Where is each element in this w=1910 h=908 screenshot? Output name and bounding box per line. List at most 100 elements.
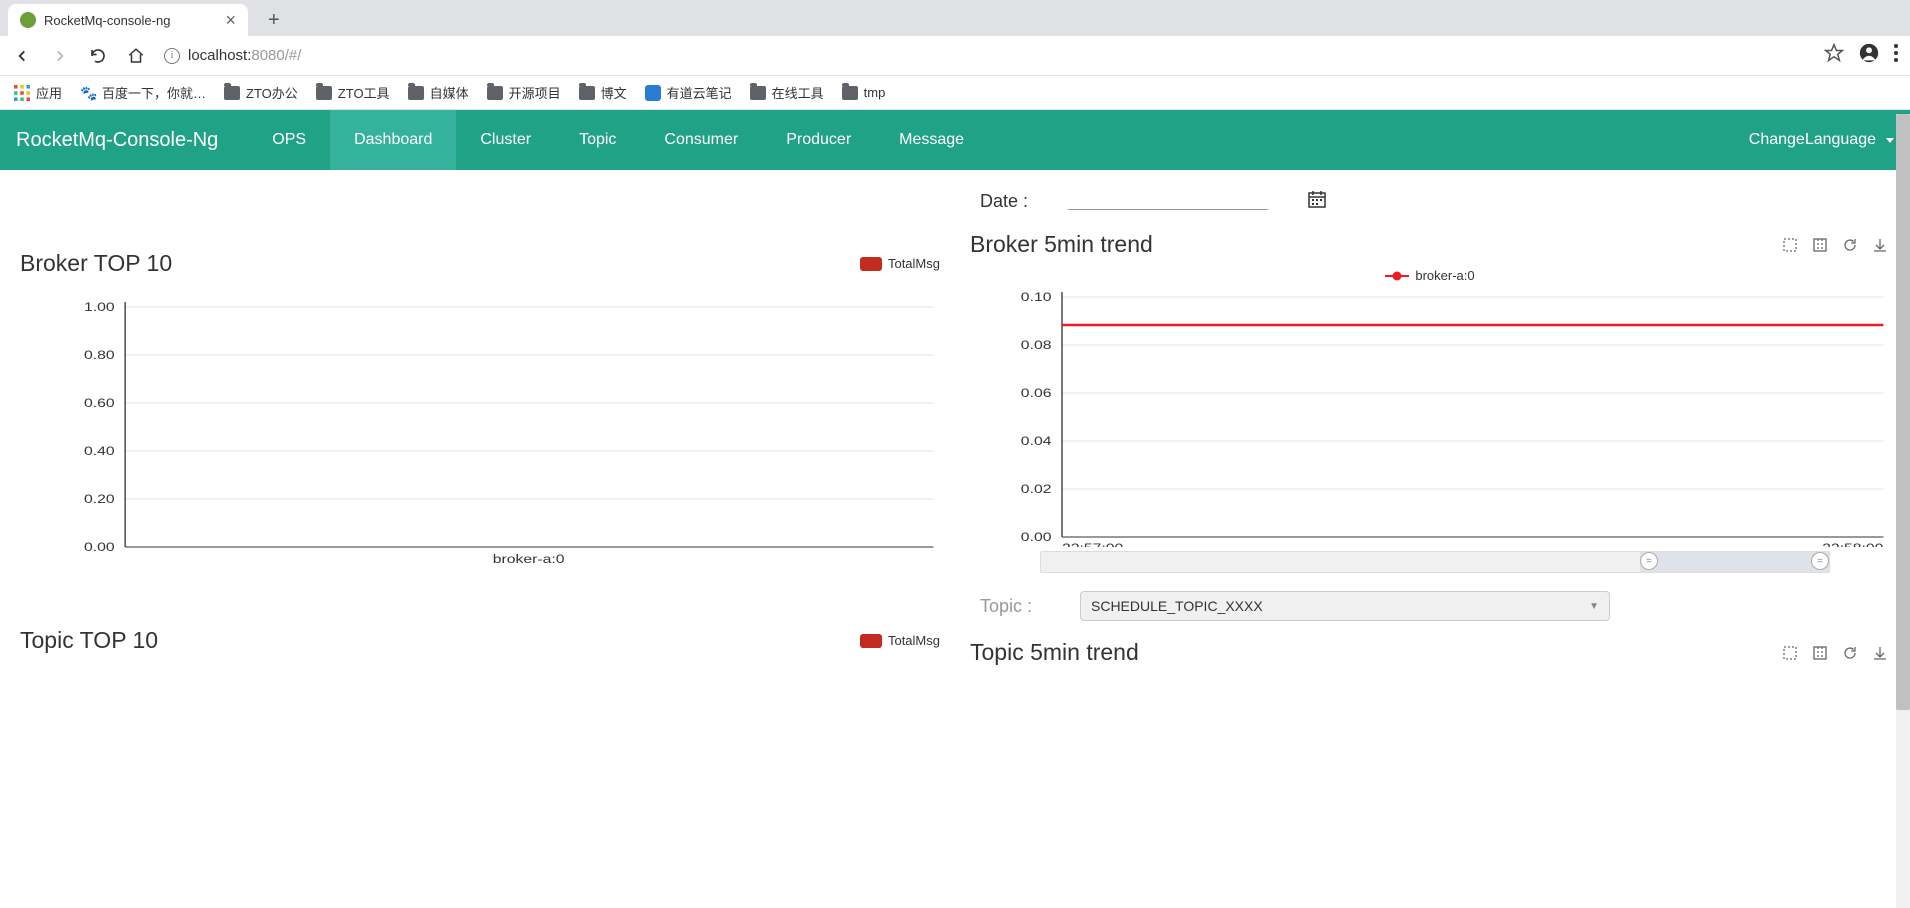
broker-top10-chart: 1.00 0.80 0.60 0.40 0.20 0.00 broker-a:0 xyxy=(20,287,940,567)
folder-icon xyxy=(842,86,858,100)
address-bar[interactable]: i localhost:8080/#/ xyxy=(164,47,1806,64)
user-icon[interactable] xyxy=(1858,42,1880,69)
ytick: 0.20 xyxy=(84,492,115,506)
refresh-icon[interactable] xyxy=(1840,235,1860,255)
bookmark-youdao[interactable]: 有道云笔记 xyxy=(645,83,732,102)
app-brand[interactable]: RocketMq-Console-Ng xyxy=(16,129,218,152)
xtick: broker-a:0 xyxy=(493,552,565,566)
tab-favicon xyxy=(20,12,36,28)
xtick: 22:57:00 xyxy=(1062,541,1124,547)
broker-trend-chart: 0.10 0.08 0.06 0.04 0.02 0.00 22:57:00 2… xyxy=(970,287,1890,547)
zoom-area-icon[interactable] xyxy=(1780,235,1800,255)
back-button[interactable] xyxy=(12,46,32,66)
topic-select[interactable]: SCHEDULE_TOPIC_XXXX ▼ xyxy=(1080,591,1610,621)
bookmark-bar: 应用 🐾百度一下，你就… ZTO办公 ZTO工具 自媒体 开源项目 博文 有道云… xyxy=(0,76,1910,110)
browser-tab[interactable]: RocketMq-console-ng × xyxy=(8,4,248,36)
slider-handle-left[interactable]: = xyxy=(1640,552,1658,570)
forward-button[interactable] xyxy=(50,46,70,66)
date-label: Date : xyxy=(980,191,1028,212)
bookmark-blog[interactable]: 博文 xyxy=(579,83,627,102)
ytick: 0.40 xyxy=(84,444,115,458)
baidu-icon: 🐾 xyxy=(80,85,96,101)
slider-handle-right[interactable]: = xyxy=(1811,552,1829,570)
ytick: 0.06 xyxy=(1021,386,1052,400)
bookmark-tmp[interactable]: tmp xyxy=(842,85,886,100)
close-icon[interactable]: × xyxy=(225,10,236,31)
apps-icon xyxy=(14,85,30,101)
calendar-icon[interactable] xyxy=(1308,190,1326,213)
bookmark-online-tools[interactable]: 在线工具 xyxy=(750,83,824,102)
folder-icon xyxy=(408,86,424,100)
browser-toolbar: i localhost:8080/#/ xyxy=(0,36,1910,76)
panel-title: Broker 5min trend xyxy=(970,231,1153,258)
ytick: 1.00 xyxy=(84,300,115,314)
browser-tab-bar: RocketMq-console-ng × + xyxy=(0,0,1910,36)
nav-producer[interactable]: Producer xyxy=(762,110,875,170)
scrollbar-thumb[interactable] xyxy=(1896,114,1910,710)
folder-icon xyxy=(316,86,332,100)
ytick: 0.10 xyxy=(1021,290,1052,304)
line-marker-icon xyxy=(1385,275,1409,277)
scrollbar[interactable] xyxy=(1896,114,1910,908)
url-text: localhost:8080/#/ xyxy=(188,47,301,64)
bookmark-zto-office[interactable]: ZTO办公 xyxy=(224,83,298,102)
bookmark-apps[interactable]: 应用 xyxy=(14,83,62,102)
trend-legend[interactable]: broker-a:0 xyxy=(970,268,1890,283)
chevron-down-icon: ▼ xyxy=(1589,601,1599,612)
ytick: 0.02 xyxy=(1021,482,1052,496)
nav-topic[interactable]: Topic xyxy=(555,110,640,170)
nav-message[interactable]: Message xyxy=(875,110,988,170)
legend-label: TotalMsg xyxy=(888,256,940,271)
ytick: 0.60 xyxy=(84,396,115,410)
ytick: 0.00 xyxy=(1021,530,1052,544)
time-range-slider[interactable]: = = xyxy=(1040,551,1830,573)
bookmark-opensource[interactable]: 开源项目 xyxy=(487,83,561,102)
youdao-icon xyxy=(645,85,661,101)
nav-consumer[interactable]: Consumer xyxy=(640,110,762,170)
info-icon[interactable]: i xyxy=(164,48,180,64)
legend-swatch xyxy=(860,257,882,271)
tab-title: RocketMq-console-ng xyxy=(44,13,217,28)
bookmark-baidu[interactable]: 🐾百度一下，你就… xyxy=(80,83,206,102)
broker-trend-panel: Broker 5min trend broker-a:0 xyxy=(970,231,1890,573)
nav-ops[interactable]: OPS xyxy=(248,110,330,170)
folder-icon xyxy=(750,86,766,100)
topic-trend-panel: Topic 5min trend xyxy=(970,639,1890,666)
folder-icon xyxy=(224,86,240,100)
home-button[interactable] xyxy=(126,46,146,66)
legend-swatch xyxy=(860,634,882,648)
download-icon[interactable] xyxy=(1870,235,1890,255)
ytick: 0.04 xyxy=(1021,434,1052,448)
panel-title: Broker TOP 10 xyxy=(20,250,172,277)
ytick: 0.08 xyxy=(1021,338,1052,352)
download-icon[interactable] xyxy=(1870,643,1890,663)
new-tab-button[interactable]: + xyxy=(260,5,288,36)
zoom-reset-icon[interactable] xyxy=(1810,235,1830,255)
folder-icon xyxy=(487,86,503,100)
nav-dashboard[interactable]: Dashboard xyxy=(330,110,456,170)
nav-cluster[interactable]: Cluster xyxy=(456,110,555,170)
folder-icon xyxy=(579,86,595,100)
ytick: 0.00 xyxy=(84,540,115,554)
ytick: 0.80 xyxy=(84,348,115,362)
star-icon[interactable] xyxy=(1824,43,1844,68)
zoom-reset-icon[interactable] xyxy=(1810,643,1830,663)
bookmark-zto-tools[interactable]: ZTO工具 xyxy=(316,83,390,102)
caret-down-icon xyxy=(1886,138,1894,143)
date-input[interactable] xyxy=(1068,194,1268,210)
refresh-icon[interactable] xyxy=(1840,643,1860,663)
bookmark-selfmedia[interactable]: 自媒体 xyxy=(408,83,469,102)
reload-button[interactable] xyxy=(88,46,108,66)
zoom-area-icon[interactable] xyxy=(1780,643,1800,663)
change-language-dropdown[interactable]: ChangeLanguage xyxy=(1749,131,1894,149)
topic-filter-row: Topic : SCHEDULE_TOPIC_XXXX ▼ xyxy=(970,591,1890,621)
panel-title: Topic TOP 10 xyxy=(20,627,158,654)
topic-label: Topic : xyxy=(980,596,1040,617)
legend-label: TotalMsg xyxy=(888,633,940,648)
broker-top10-panel: Broker TOP 10 TotalMsg 1.00 0.80 0.60 0.… xyxy=(20,250,940,567)
app-navbar: RocketMq-Console-Ng OPS Dashboard Cluste… xyxy=(0,110,1910,170)
date-filter-row: Date : xyxy=(970,190,1890,213)
panel-title: Topic 5min trend xyxy=(970,639,1139,666)
xtick: 22:58:00 xyxy=(1822,541,1884,547)
kebab-menu-icon[interactable] xyxy=(1894,44,1898,67)
